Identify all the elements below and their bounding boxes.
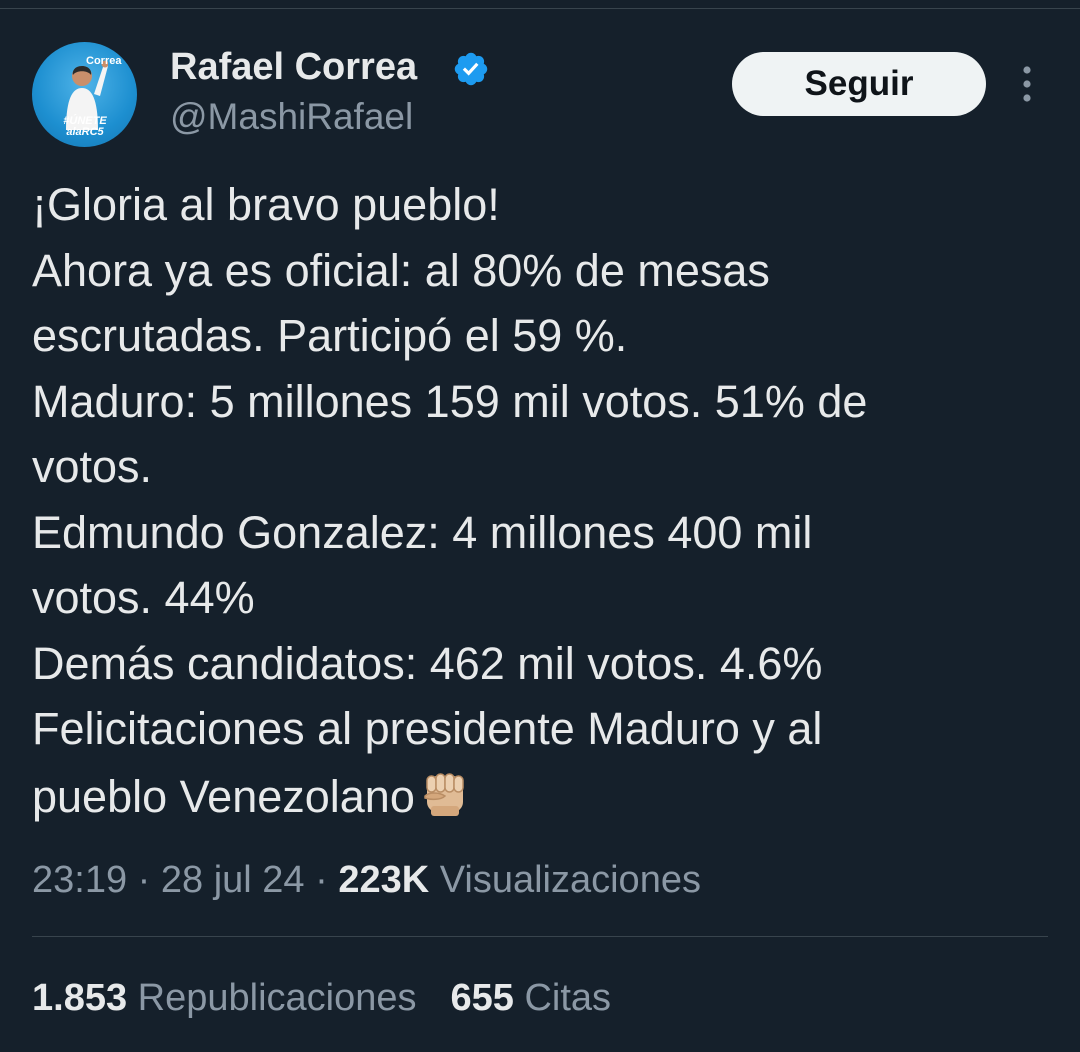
tweet-time[interactable]: 23:19	[32, 859, 127, 901]
stats-divider	[32, 936, 1048, 937]
author-handle[interactable]: @MashiRafael	[170, 94, 413, 140]
tweet-meta: 23:19 · 28 jul 24 · 223K Visualizaciones	[32, 856, 701, 904]
tweet-line: Edmundo Gonzalez: 4 millones 400 mil	[32, 506, 813, 558]
meta-separator: ·	[304, 859, 339, 901]
follow-button[interactable]: Seguir	[732, 52, 986, 116]
author-display-name[interactable]: Rafael Correa	[170, 44, 417, 90]
tweet-line: Ahora ya es oficial: al 80% de mesas	[32, 244, 770, 296]
tweet-date[interactable]: 28 jul 24	[161, 859, 305, 901]
avatar-tag-text: #ÚNETE alaRC5	[63, 115, 107, 138]
tweet-line-last: pueblo Venezolano	[32, 762, 1052, 830]
more-options-icon[interactable]	[1012, 64, 1042, 104]
avatar-logo-text: Correa	[86, 55, 122, 67]
tweet-line: votos.	[32, 441, 153, 492]
author-avatar[interactable]: Correa #ÚNETE alaRC5	[32, 42, 137, 147]
tweet-line: votos. 44%	[32, 572, 255, 623]
reposts-count: 1.853	[32, 977, 128, 1019]
tweet-stats: 1.853 Republicaciones 655 Citas	[32, 974, 611, 1022]
verified-badge-icon[interactable]	[452, 50, 490, 88]
views-label: Visualizaciones	[429, 859, 701, 901]
tweet-line: Maduro: 5 millones 159 mil votos. 51% de	[32, 375, 868, 427]
reposts-link[interactable]: 1.853 Republicaciones	[32, 977, 417, 1019]
tweet-line: Felicitaciones al presidente Maduro y al	[32, 703, 823, 754]
meta-separator: ·	[127, 859, 161, 901]
quotes-label: Citas	[513, 977, 612, 1019]
tweet-line: Demás candidatos: 462 mil votos. 4.6%	[32, 637, 823, 689]
tweet-text: ¡Gloria al bravo pueblo! Ahora ya es ofi…	[32, 172, 1052, 829]
reposts-label: Republicaciones	[127, 977, 417, 1019]
quotes-link[interactable]: 655 Citas	[451, 977, 612, 1019]
raised-fist-emoji-icon	[424, 772, 464, 816]
tweet-line: escrutadas. Participó el 59 %.	[32, 310, 628, 361]
quotes-count: 655	[450, 977, 514, 1019]
tweet-line-text: pueblo Venezolano	[32, 770, 415, 822]
tweet-line: ¡Gloria al bravo pueblo!	[32, 179, 500, 230]
top-divider	[0, 8, 1080, 9]
views-count: 223K	[338, 859, 430, 901]
